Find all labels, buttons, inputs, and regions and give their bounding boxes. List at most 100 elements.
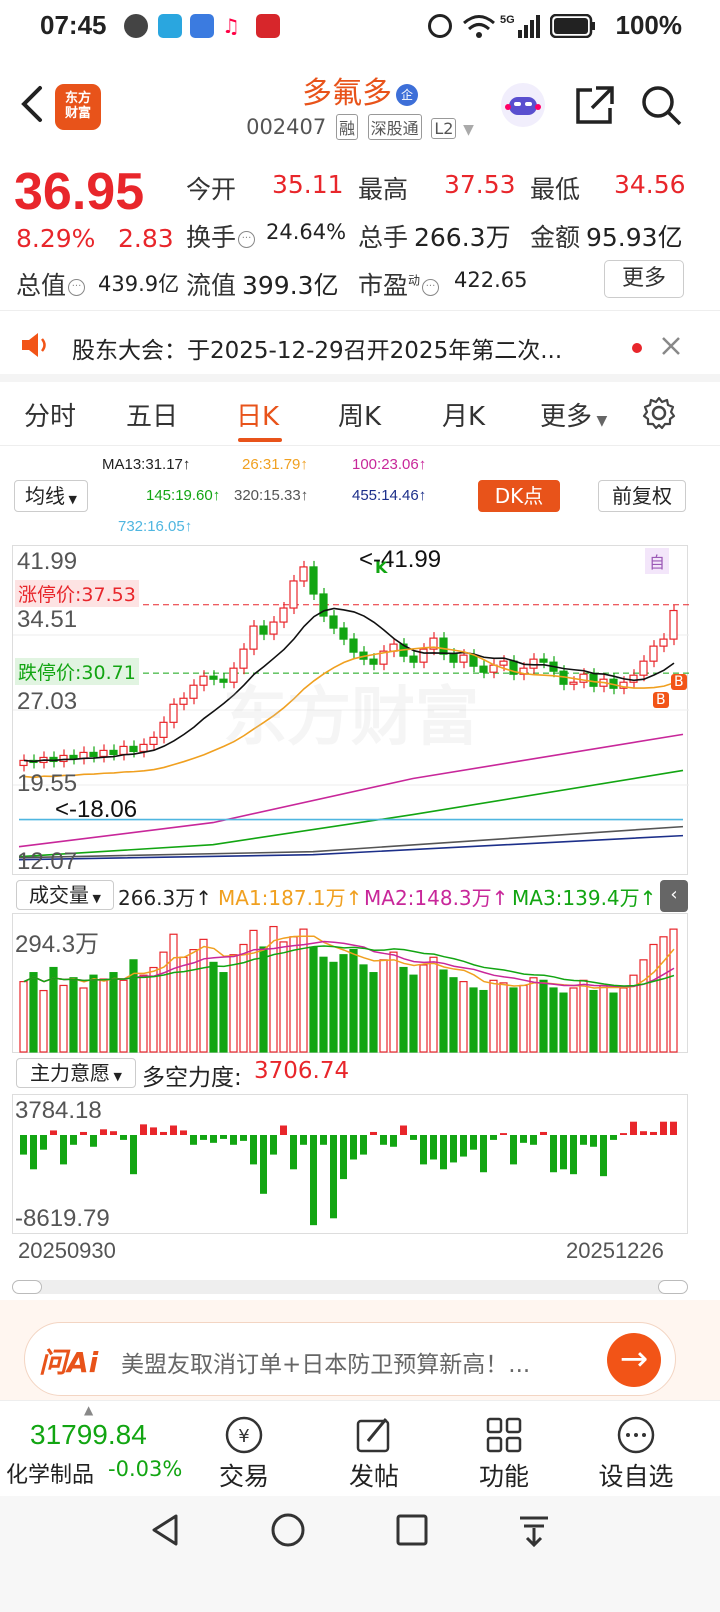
functions-button[interactable]: 功能 xyxy=(454,1409,554,1493)
search-icon[interactable] xyxy=(638,82,684,128)
adjust-button[interactable]: 前复权 xyxy=(598,480,686,512)
volume-bar xyxy=(319,956,328,1053)
fund-bar xyxy=(550,1135,557,1173)
volume-bar xyxy=(669,928,678,1053)
volume-chart[interactable]: 294.3万 xyxy=(12,913,688,1053)
nav-home-icon[interactable] xyxy=(270,1512,306,1548)
tab-monthly-k[interactable]: 月K xyxy=(442,396,485,433)
caret-up-icon: ▲ xyxy=(84,1403,94,1417)
fund-bar xyxy=(180,1130,187,1135)
fund-bar xyxy=(640,1131,647,1135)
candle-body xyxy=(369,658,378,665)
scroll-handle-left[interactable] xyxy=(12,1280,42,1294)
volume-bar xyxy=(649,943,658,1053)
speaker-icon xyxy=(22,333,46,357)
volume-bar xyxy=(479,989,488,1053)
high-label: 最高 xyxy=(358,175,409,204)
arrow-right-icon[interactable]: → xyxy=(607,1333,661,1387)
tab-more[interactable]: 更多 ▼ xyxy=(540,396,607,433)
fund-bar xyxy=(80,1131,87,1135)
y-axis-label: 34.51 xyxy=(17,606,78,633)
volume-selector[interactable]: 成交量 ▼ xyxy=(16,880,114,910)
fund-bar xyxy=(120,1135,127,1140)
add-watchlist-button[interactable]: 设自选 xyxy=(586,1409,686,1493)
ai-prompt-text: 美盟友取消订单+日本防卫预算新高！... xyxy=(121,1352,531,1378)
ai-bar: 问Ai 美盟友取消订单+日本防卫预算新高！... → xyxy=(0,1300,720,1400)
volume-label: 总手 xyxy=(358,223,409,252)
volume-bar xyxy=(19,980,28,1053)
fund-bar xyxy=(600,1135,607,1177)
candle-body xyxy=(499,660,508,666)
candle-body xyxy=(179,697,188,705)
kline-chart[interactable]: 41.99 34.51 27.03 19.55 12.07 涨停价:37.53 … xyxy=(12,545,689,875)
fund-bar xyxy=(530,1135,537,1145)
fund-chart[interactable]: 3784.18 -8619.79 xyxy=(12,1094,688,1234)
ma-selector[interactable]: 均线 ▼ xyxy=(14,480,88,512)
tab-five-day[interactable]: 五日 xyxy=(126,396,178,433)
volume-bar xyxy=(569,987,578,1053)
candle-body xyxy=(189,684,198,699)
buy-mark[interactable]: B xyxy=(653,692,669,708)
nav-back-icon[interactable] xyxy=(148,1512,184,1548)
volume-bar xyxy=(209,961,218,1053)
dk-point-button[interactable]: DK点 xyxy=(478,480,560,512)
candle-body xyxy=(199,675,208,686)
self-mark[interactable]: 自 xyxy=(645,548,670,574)
candle-body xyxy=(339,627,348,640)
mktcap-label: 总值 ··· xyxy=(16,266,87,302)
volume-bar xyxy=(329,961,338,1053)
chart-scrollbar[interactable] xyxy=(12,1280,688,1294)
wechat-icon xyxy=(124,14,148,38)
volume-bar xyxy=(439,969,448,1053)
ai-prompt[interactable]: 问Ai 美盟友取消订单+日本防卫预算新高！... → xyxy=(24,1322,676,1396)
candle-body xyxy=(119,745,128,756)
index-widget[interactable]: ▲ 31799.84 化学制品 -0.03% xyxy=(0,1401,190,1497)
share-icon[interactable] xyxy=(572,82,618,128)
post-button[interactable]: 发帖 xyxy=(324,1409,424,1493)
volume-bar xyxy=(639,959,648,1053)
fund-bar xyxy=(430,1135,437,1160)
buy-mark[interactable]: B xyxy=(671,674,687,690)
trade-button[interactable]: ¥ 交易 xyxy=(194,1409,294,1493)
index-change: -0.03% xyxy=(108,1457,183,1481)
candle-body xyxy=(139,743,148,753)
close-icon[interactable] xyxy=(660,335,682,357)
fund-bar xyxy=(380,1135,387,1145)
more-dots-icon xyxy=(617,1416,655,1454)
volume-bar xyxy=(589,989,598,1053)
volume-bar xyxy=(119,979,128,1053)
candle-body xyxy=(409,655,418,663)
candle-body xyxy=(309,566,318,595)
settings-gear-icon[interactable] xyxy=(642,396,676,430)
fund-bar xyxy=(500,1133,507,1135)
nav-recents-icon[interactable] xyxy=(394,1512,430,1548)
candle-body xyxy=(209,675,218,680)
volume-bar xyxy=(269,925,278,1053)
info-icon: ··· xyxy=(422,278,440,296)
announcement-bar[interactable]: 股东大会：于2025-12-29召开2025年第二次... xyxy=(0,310,720,382)
y-axis-label: 19.55 xyxy=(17,770,78,797)
tab-intraday[interactable]: 分时 xyxy=(24,396,76,433)
change-amount: 2.83 xyxy=(118,224,174,253)
signal-icon: 5G xyxy=(500,14,540,38)
fund-bar xyxy=(50,1130,57,1135)
more-button[interactable]: 更多 xyxy=(604,260,684,298)
collapse-arrow-icon[interactable]: ‹ xyxy=(660,880,688,912)
nav-download-icon[interactable] xyxy=(516,1512,552,1548)
candle-body xyxy=(449,653,458,663)
chevron-down-icon[interactable]: ▼ xyxy=(463,122,474,138)
tab-weekly-k[interactable]: 周K xyxy=(338,396,381,433)
fund-bar xyxy=(450,1135,457,1163)
volume-bar xyxy=(379,959,388,1053)
scroll-handle-right[interactable] xyxy=(658,1280,688,1294)
volume-bar xyxy=(79,987,88,1053)
volume-bar xyxy=(219,972,228,1053)
wifi-icon xyxy=(463,15,495,38)
ma145-value: 145:19.60↑ xyxy=(146,487,221,504)
tab-daily-k[interactable]: 日K xyxy=(236,396,279,433)
fund-bar xyxy=(390,1135,397,1147)
indicator-selector[interactable]: 主力意愿 ▼ xyxy=(16,1058,136,1088)
candle-body xyxy=(289,580,298,609)
candle-body xyxy=(99,749,108,758)
robot-assistant-icon[interactable] xyxy=(500,82,546,128)
